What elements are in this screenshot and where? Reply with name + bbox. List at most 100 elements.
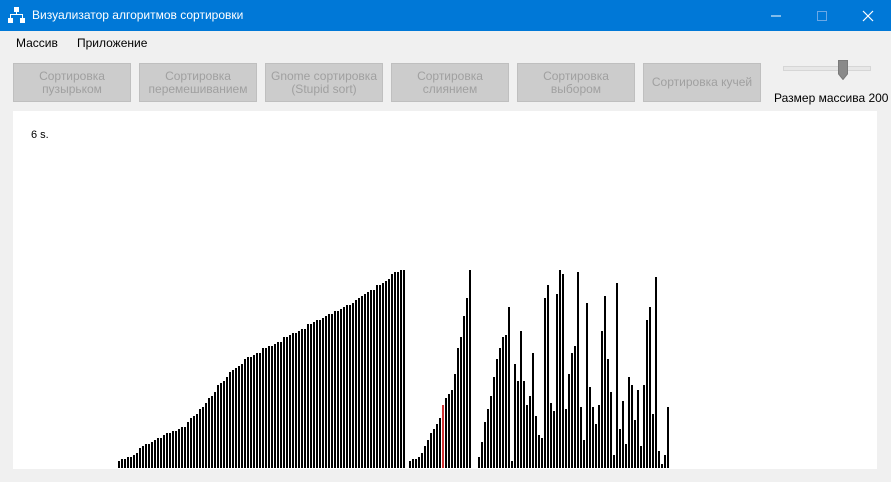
menu-application[interactable]: Приложение xyxy=(77,36,147,50)
array-bar xyxy=(649,307,651,468)
array-bar xyxy=(544,298,546,468)
array-bar xyxy=(595,424,597,468)
slider-track xyxy=(783,66,871,71)
array-bar xyxy=(427,440,429,468)
array-bar xyxy=(604,296,606,468)
array-bar xyxy=(622,401,624,468)
array-bar xyxy=(301,329,303,468)
array-bar xyxy=(412,459,414,468)
array-bar xyxy=(136,453,138,468)
selection-sort-button[interactable]: Сортировка выбором xyxy=(517,63,635,102)
array-bar xyxy=(565,409,567,468)
array-bar xyxy=(484,422,486,468)
array-size-slider[interactable] xyxy=(783,60,871,84)
array-bar xyxy=(187,422,189,468)
array-bar xyxy=(517,381,519,468)
array-bar xyxy=(568,374,570,468)
merge-sort-button[interactable]: Сортировка слиянием xyxy=(391,63,509,102)
array-bar xyxy=(133,455,135,468)
slider-thumb[interactable] xyxy=(838,60,848,80)
array-bar xyxy=(388,279,390,468)
array-bar xyxy=(433,429,435,468)
array-bar xyxy=(241,364,243,468)
array-bar xyxy=(238,366,240,468)
array-bar xyxy=(373,290,375,468)
array-bar xyxy=(124,459,126,468)
array-bar xyxy=(445,398,447,468)
array-bar xyxy=(535,416,537,468)
array-bar xyxy=(367,292,369,468)
array-bar xyxy=(280,342,282,468)
array-bar xyxy=(403,270,405,468)
minimize-button[interactable] xyxy=(753,0,799,31)
array-bar xyxy=(385,281,387,468)
array-bar xyxy=(457,348,459,468)
array-bar xyxy=(496,359,498,468)
array-bar xyxy=(274,344,276,468)
toolbar: Сортировка пузырьком Сортировка перемеши… xyxy=(0,54,891,110)
array-bar xyxy=(235,368,237,468)
heap-sort-button[interactable]: Сортировка кучей xyxy=(643,63,761,102)
close-button[interactable] xyxy=(845,0,891,31)
array-bar xyxy=(118,461,120,468)
array-bar xyxy=(271,346,273,468)
array-bar xyxy=(337,311,339,468)
array-bar xyxy=(259,353,261,468)
flowchart-icon xyxy=(8,7,25,23)
array-bar xyxy=(244,359,246,468)
array-bar xyxy=(229,372,231,468)
array-bar xyxy=(556,294,558,468)
array-bar xyxy=(223,381,225,468)
minimize-icon xyxy=(771,15,781,17)
array-bar xyxy=(361,296,363,468)
array-bar xyxy=(469,270,471,468)
array-bar xyxy=(148,444,150,468)
array-bar xyxy=(178,429,180,468)
array-bar xyxy=(226,377,228,468)
array-bar xyxy=(424,446,426,468)
array-bar xyxy=(253,355,255,468)
array-bar xyxy=(142,446,144,468)
array-bar xyxy=(436,424,438,468)
array-bar xyxy=(376,285,378,468)
array-bar xyxy=(349,305,351,468)
title-bar[interactable]: Визуализатор алгоритмов сортировки xyxy=(0,0,891,31)
cocktail-sort-button[interactable]: Сортировка перемешиванием xyxy=(139,63,257,102)
array-bar xyxy=(607,359,609,468)
array-bar xyxy=(502,337,504,468)
array-bar xyxy=(508,307,510,468)
array-bar xyxy=(526,405,528,468)
menu-array[interactable]: Массив xyxy=(16,36,58,50)
gnome-sort-button[interactable]: Gnome сортировка (Stupid sort) xyxy=(265,63,383,102)
array-bar xyxy=(616,283,618,468)
array-bar xyxy=(478,457,480,468)
array-bar xyxy=(529,396,531,468)
array-bar xyxy=(151,442,153,468)
array-bar xyxy=(631,385,633,468)
array-bar xyxy=(196,414,198,468)
array-bar xyxy=(637,390,639,468)
array-bar xyxy=(394,272,396,468)
maximize-button[interactable] xyxy=(799,0,845,31)
array-bar xyxy=(541,438,543,468)
array-bar xyxy=(415,459,417,468)
array-bar xyxy=(667,407,669,468)
array-bar xyxy=(328,314,330,468)
array-bar xyxy=(553,411,555,468)
array-bar xyxy=(169,433,171,468)
array-bar xyxy=(586,303,588,468)
array-bar xyxy=(391,274,393,468)
array-bar xyxy=(163,435,165,468)
array-bar xyxy=(166,433,168,468)
array-bar xyxy=(250,357,252,468)
array-bar xyxy=(460,337,462,468)
array-bar xyxy=(559,270,561,468)
array-bar xyxy=(451,390,453,468)
array-bar xyxy=(319,320,321,468)
bubble-sort-button[interactable]: Сортировка пузырьком xyxy=(13,63,131,102)
array-bar xyxy=(520,331,522,468)
array-bar xyxy=(418,457,420,468)
array-bar xyxy=(316,320,318,468)
array-bar xyxy=(571,353,573,468)
array-bar xyxy=(265,348,267,468)
